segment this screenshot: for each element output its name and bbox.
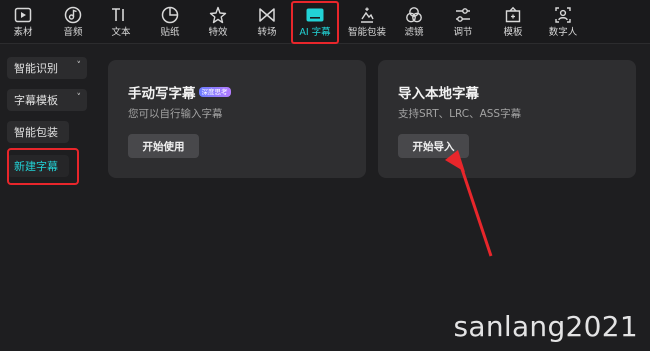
annotation-arrow	[445, 150, 493, 257]
watermark: sanlang2021	[453, 310, 638, 343]
caption-panel: 素材 音频 文本 贴纸 特效 转场 AI 字幕 智能包装 滤镜 调节 模板 数字…	[0, 0, 650, 351]
